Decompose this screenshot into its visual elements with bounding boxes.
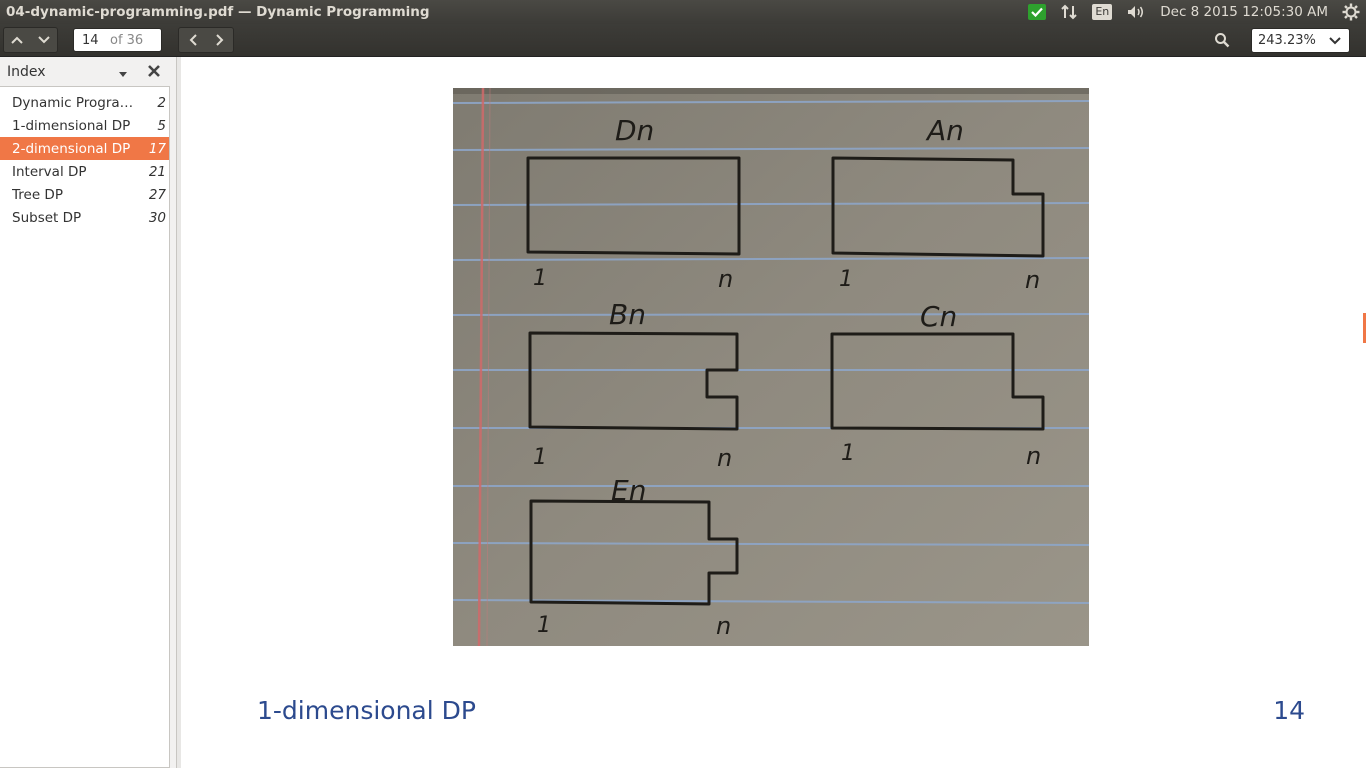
label-end: n	[718, 265, 733, 293]
handwritten-tiling-photo: Dn An Bn Cn En 1 n 1 n 1 n 1 n 1 n	[453, 88, 1089, 646]
index-item-selected[interactable]: 2-dimensional DP 17	[0, 137, 169, 160]
chevron-up-icon	[11, 36, 23, 44]
search-button[interactable]	[1207, 27, 1237, 53]
label-end: n	[717, 444, 732, 472]
zoom-select[interactable]: 243.23%	[1251, 28, 1350, 53]
sidebar-header: Index	[0, 57, 176, 86]
triangle-down-icon	[119, 72, 127, 77]
volume-icon[interactable]	[1126, 0, 1146, 24]
page-number-field[interactable]: 14 of 36	[73, 28, 162, 52]
label-start: 1	[537, 613, 551, 638]
system-tray: En Dec 8 2015 12:05:30 AM	[1028, 0, 1366, 24]
chevron-right-icon	[215, 34, 223, 46]
page-number-input[interactable]: 14	[74, 33, 110, 48]
page-divider	[177, 57, 181, 768]
chevron-down-icon	[1329, 36, 1341, 44]
history-back-button[interactable]	[179, 28, 206, 52]
slide-number: 14	[1273, 696, 1305, 725]
close-icon	[148, 65, 160, 77]
sidebar-title: Index	[7, 63, 46, 80]
sidebar: Index Dynamic Programming2 1-dimensional…	[0, 57, 177, 768]
index-item[interactable]: Dynamic Programming2	[0, 91, 169, 114]
index-list: Dynamic Programming2 1-dimensional DP5 2…	[0, 86, 170, 768]
label-start: 1	[841, 441, 855, 466]
label-start: 1	[839, 267, 853, 292]
label-b: Bn	[609, 298, 646, 331]
index-item[interactable]: Interval DP 21	[0, 160, 169, 183]
chevron-left-icon	[189, 34, 197, 46]
index-item[interactable]: Subset DP 30	[0, 206, 169, 229]
index-item[interactable]: 1-dimensional DP 5	[0, 114, 169, 137]
history-forward-button[interactable]	[206, 28, 233, 52]
history-nav-group	[178, 27, 234, 53]
previous-page-button[interactable]	[4, 28, 31, 52]
top-panel: 04-dynamic-programming.pdf — Dynamic Pro…	[0, 0, 1366, 24]
gear-icon[interactable]	[1342, 0, 1360, 24]
zoom-value: 243.23%	[1258, 33, 1316, 48]
index-item[interactable]: Tree DP 27	[0, 183, 169, 206]
clock[interactable]: Dec 8 2015 12:05:30 AM	[1160, 4, 1328, 20]
label-e: En	[611, 474, 646, 507]
sidebar-mode-dropdown[interactable]	[119, 66, 127, 82]
label-d: Dn	[615, 114, 654, 147]
keyboard-layout-indicator[interactable]: En	[1092, 0, 1113, 24]
update-check-icon[interactable]	[1028, 0, 1047, 24]
network-icon[interactable]	[1060, 0, 1078, 24]
label-start: 1	[533, 266, 547, 291]
label-a: An	[925, 114, 964, 147]
close-sidebar-button[interactable]	[147, 64, 161, 82]
label-end: n	[716, 612, 731, 640]
label-end: n	[1025, 266, 1040, 294]
document-view[interactable]: Dn An Bn Cn En 1 n 1 n 1 n 1 n 1 n 1-dim…	[177, 57, 1366, 768]
slide-title: 1-dimensional DP	[257, 696, 476, 725]
label-end: n	[1026, 442, 1041, 470]
chevron-down-icon	[38, 36, 50, 44]
label-start: 1	[533, 445, 547, 470]
page-nav-group	[3, 27, 58, 53]
next-page-button[interactable]	[31, 28, 58, 52]
toolbar: 14 of 36 243.23%	[0, 24, 1366, 57]
window-title: 04-dynamic-programming.pdf — Dynamic Pro…	[6, 4, 430, 20]
label-c: Cn	[920, 300, 957, 333]
search-icon	[1215, 33, 1230, 48]
page-total-label: of 36	[110, 32, 144, 48]
